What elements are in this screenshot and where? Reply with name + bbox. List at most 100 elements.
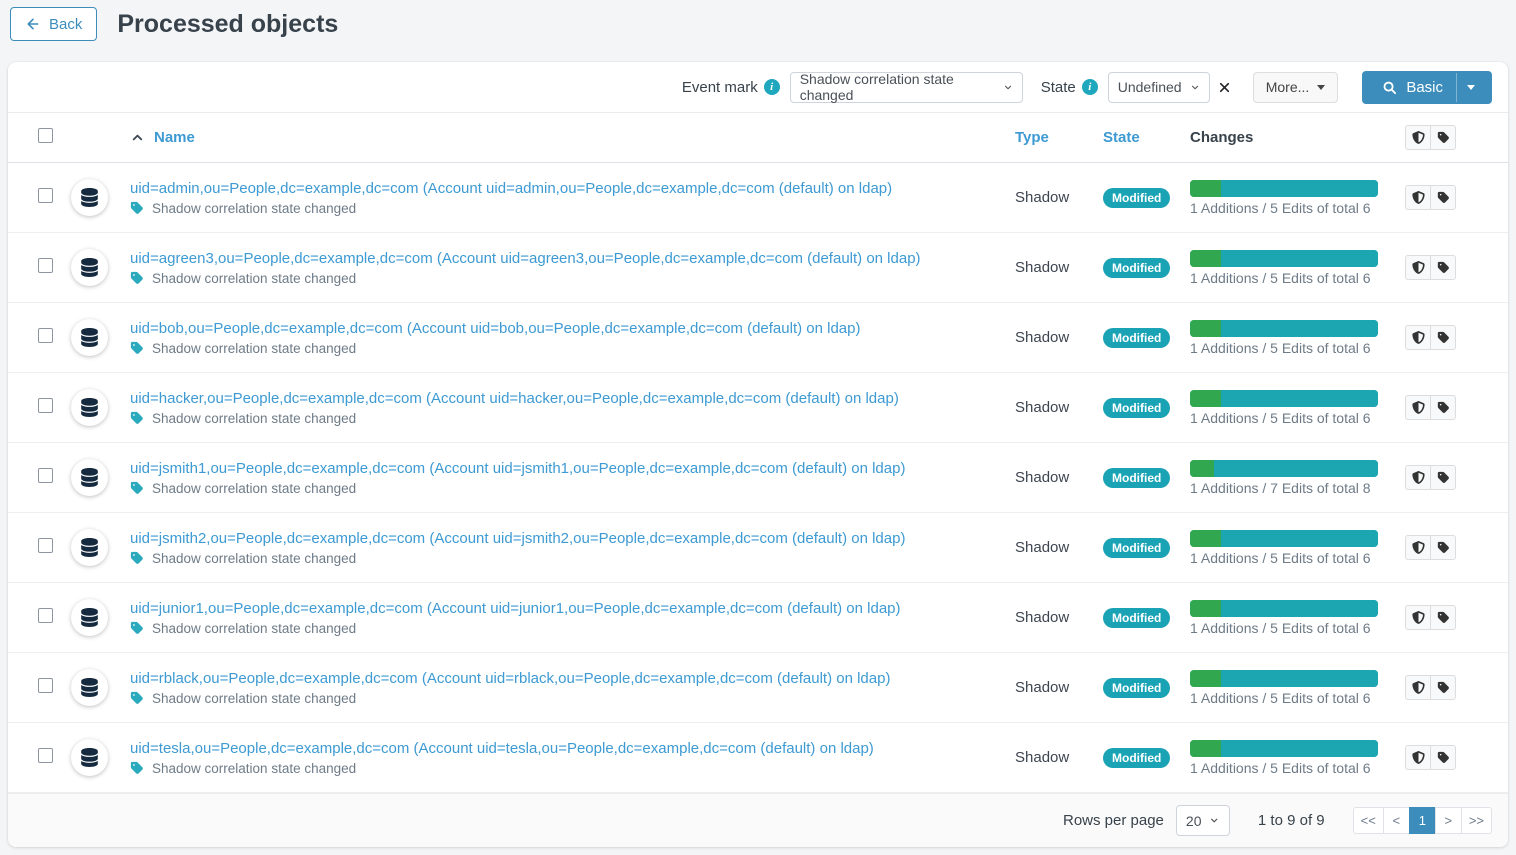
state-select[interactable]: Undefined <box>1108 72 1210 103</box>
shadow-avatar <box>71 249 108 286</box>
tag-icon <box>130 621 144 635</box>
clear-state-filter-button[interactable] <box>1216 79 1233 96</box>
row-checkbox[interactable] <box>38 258 53 273</box>
row-shield-button[interactable] <box>1405 745 1431 770</box>
row-name-link[interactable]: uid=agreen3,ou=People,dc=example,dc=com … <box>130 250 1015 267</box>
row-name-link[interactable]: uid=hacker,ou=People,dc=example,dc=com (… <box>130 390 1015 407</box>
event-mark-select[interactable]: Shadow correlation state changed <box>790 72 1023 103</box>
search-button[interactable]: Basic <box>1362 71 1492 104</box>
page-button[interactable]: << <box>1353 807 1384 834</box>
row-shield-button[interactable] <box>1405 465 1431 490</box>
changes-progress-bar <box>1190 180 1378 197</box>
database-icon <box>80 748 99 767</box>
row-checkbox[interactable] <box>38 398 53 413</box>
row-checkbox[interactable] <box>38 608 53 623</box>
column-header-state[interactable]: State <box>1103 129 1190 146</box>
row-state-badge: Modified <box>1103 258 1170 278</box>
row-tag-label: Shadow correlation state changed <box>152 551 356 566</box>
row-name-link[interactable]: uid=rblack,ou=People,dc=example,dc=com (… <box>130 670 1015 687</box>
row-tag-button[interactable] <box>1430 745 1456 770</box>
row-tag-button[interactable] <box>1430 325 1456 350</box>
back-button[interactable]: Back <box>10 7 97 41</box>
row-name-link[interactable]: uid=bob,ou=People,dc=example,dc=com (Acc… <box>130 320 1015 337</box>
more-filters-button[interactable]: More... <box>1253 72 1339 103</box>
row-tag-label: Shadow correlation state changed <box>152 761 356 776</box>
column-header-type[interactable]: Type <box>1015 129 1103 146</box>
progress-additions-segment <box>1190 250 1221 267</box>
row-tag-button[interactable] <box>1430 465 1456 490</box>
row-tag-button[interactable] <box>1430 535 1456 560</box>
tag-icon <box>1437 191 1450 204</box>
shield-half-icon <box>1412 471 1425 484</box>
row-name-link[interactable]: uid=jsmith1,ou=People,dc=example,dc=com … <box>130 460 1015 477</box>
row-tag-button[interactable] <box>1430 185 1456 210</box>
rows-per-page-select[interactable]: 20 <box>1176 805 1230 836</box>
row-type: Shadow <box>1015 679 1069 696</box>
row-shield-button[interactable] <box>1405 395 1431 420</box>
info-icon[interactable]: i <box>1082 79 1098 95</box>
changes-progress-bar <box>1190 390 1378 407</box>
select-all-checkbox[interactable] <box>38 128 53 143</box>
column-header-name[interactable]: Name <box>130 129 1015 146</box>
row-name-link[interactable]: uid=tesla,ou=People,dc=example,dc=com (A… <box>130 740 1015 757</box>
page-button[interactable]: > <box>1435 807 1462 834</box>
row-checkbox[interactable] <box>38 468 53 483</box>
row-tag-button[interactable] <box>1430 605 1456 630</box>
shadow-avatar <box>71 599 108 636</box>
row-shield-button[interactable] <box>1405 675 1431 700</box>
search-mode-dropdown[interactable] <box>1456 73 1485 102</box>
top-bar: Back Processed objects <box>0 0 1516 48</box>
tag-icon <box>130 411 144 425</box>
row-tag-label: Shadow correlation state changed <box>152 341 356 356</box>
database-icon <box>80 258 99 277</box>
row-shield-button[interactable] <box>1405 325 1431 350</box>
row-checkbox[interactable] <box>38 678 53 693</box>
info-icon[interactable]: i <box>764 79 780 95</box>
chevron-down-icon <box>1209 815 1219 826</box>
row-tag-label: Shadow correlation state changed <box>152 201 356 216</box>
row-checkbox[interactable] <box>38 328 53 343</box>
shield-half-icon <box>1412 751 1425 764</box>
page-button[interactable]: 1 <box>1409 807 1436 834</box>
tag-icon <box>1437 541 1450 554</box>
header-tag-button[interactable] <box>1430 125 1456 150</box>
row-checkbox[interactable] <box>38 188 53 203</box>
page-button[interactable]: < <box>1383 807 1410 834</box>
rows-per-page-label: Rows per page <box>1063 812 1164 829</box>
row-shield-button[interactable] <box>1405 255 1431 280</box>
row-tag-button[interactable] <box>1430 255 1456 280</box>
progress-additions-segment <box>1190 390 1221 407</box>
row-shield-button[interactable] <box>1405 185 1431 210</box>
progress-additions-segment <box>1190 180 1221 197</box>
pagination: <<<1>>> <box>1353 807 1492 834</box>
progress-edits-segment <box>1221 180 1378 197</box>
table-row: uid=admin,ou=People,dc=example,dc=com (A… <box>8 163 1508 233</box>
row-name-link[interactable]: uid=junior1,ou=People,dc=example,dc=com … <box>130 600 1015 617</box>
sort-ascending-icon[interactable] <box>130 130 145 145</box>
shield-half-icon <box>1412 401 1425 414</box>
tag-icon <box>130 201 144 215</box>
row-checkbox[interactable] <box>38 538 53 553</box>
tag-icon <box>130 341 144 355</box>
row-tag-button[interactable] <box>1430 395 1456 420</box>
changes-progress-bar <box>1190 460 1378 477</box>
shield-half-icon <box>1412 331 1425 344</box>
row-shield-button[interactable] <box>1405 535 1431 560</box>
table-row: uid=jsmith2,ou=People,dc=example,dc=com … <box>8 513 1508 583</box>
changes-summary: 1 Additions / 5 Edits of total 6 <box>1190 200 1405 216</box>
tag-icon <box>1437 611 1450 624</box>
header-shield-button[interactable] <box>1405 125 1431 150</box>
row-checkbox[interactable] <box>38 748 53 763</box>
progress-edits-segment <box>1221 320 1378 337</box>
back-button-label: Back <box>49 16 82 33</box>
row-shield-button[interactable] <box>1405 605 1431 630</box>
row-name-link[interactable]: uid=admin,ou=People,dc=example,dc=com (A… <box>130 180 1015 197</box>
search-button-label: Basic <box>1406 79 1443 96</box>
row-type: Shadow <box>1015 329 1069 346</box>
row-name-link[interactable]: uid=jsmith2,ou=People,dc=example,dc=com … <box>130 530 1015 547</box>
progress-additions-segment <box>1190 670 1221 687</box>
row-state-badge: Modified <box>1103 188 1170 208</box>
page-button[interactable]: >> <box>1461 807 1492 834</box>
state-selected-value: Undefined <box>1118 79 1182 95</box>
row-tag-button[interactable] <box>1430 675 1456 700</box>
